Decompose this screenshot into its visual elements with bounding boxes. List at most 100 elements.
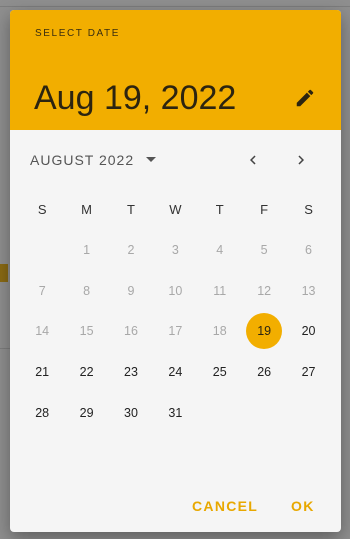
calendar-day: 8 [64, 272, 108, 310]
calendar-day-number: 4 [216, 243, 224, 258]
calendar-day-number: 20 [301, 324, 316, 339]
calendar-day-number: 19 [246, 313, 283, 350]
calendar-week-row: 28 29 30 31 [20, 392, 331, 433]
background-divider [0, 6, 350, 7]
calendar-weeks: 1 2 3 4 5 6 7 8 9 10 11 12 13 14 15 16 17 18 19 20 21 22 23 24 2… [20, 230, 331, 433]
calendar-day[interactable]: 25 [198, 353, 242, 391]
calendar-week-row: 7 8 9 10 11 12 13 [20, 271, 331, 312]
date-picker-dialog: SELECT DATE Aug 19, 2022 AUGUST 2022 S M… [10, 10, 341, 532]
calendar-day-number: 27 [301, 365, 316, 380]
calendar-day: 6 [286, 231, 330, 269]
calendar-day[interactable]: 27 [286, 353, 330, 391]
calendar-day: 3 [153, 231, 197, 269]
calendar-day-number: 15 [79, 324, 94, 339]
calendar-day-number: 3 [171, 243, 179, 258]
weekday-label: S [37, 201, 47, 217]
calendar-day-number: 2 [127, 243, 135, 258]
calendar-day: 10 [153, 272, 197, 310]
calendar-day-number: 26 [257, 365, 272, 380]
header-label: SELECT DATE [35, 28, 121, 39]
calendar-day: 2 [109, 231, 153, 269]
calendar-day-number: 24 [168, 365, 183, 380]
calendar-day: 11 [198, 272, 242, 310]
calendar-day-selected[interactable]: 19 [242, 312, 286, 350]
calendar-day: 14 [20, 312, 64, 350]
calendar-day: 13 [286, 272, 330, 310]
calendar-grid: S M T W T F S 1 2 3 4 5 6 7 8 9 10 11 12 13 14 15 16 17 1… [20, 200, 331, 433]
calendar-day: 7 [20, 272, 64, 310]
calendar-day-number: 29 [79, 405, 94, 420]
weekday-label: W [169, 201, 182, 217]
calendar-day[interactable]: 31 [153, 394, 197, 432]
weekday-label: T [215, 201, 224, 217]
calendar-day-number: 13 [301, 283, 316, 298]
calendar-day-number: 30 [124, 405, 138, 420]
dialog-header: SELECT DATE Aug 19, 2022 [10, 10, 341, 130]
calendar-day[interactable]: 21 [20, 353, 64, 391]
calendar-day[interactable]: 26 [242, 353, 286, 391]
calendar-day-number: 7 [38, 283, 46, 298]
calendar-day: 17 [153, 312, 197, 350]
pencil-icon [296, 89, 314, 107]
calendar-day-number: 16 [124, 324, 138, 339]
dialog-actions: CANCEL OK [10, 492, 341, 522]
calendar-empty-cell [198, 394, 242, 432]
calendar-day[interactable]: 30 [109, 394, 153, 432]
calendar-empty-cell [242, 394, 286, 432]
calendar-day-number: 14 [35, 324, 50, 339]
calendar-week-row: 1 2 3 4 5 6 [20, 230, 331, 271]
calendar-day-number: 6 [305, 243, 312, 258]
ok-button[interactable]: OK [291, 498, 315, 514]
weekday-label: M [81, 201, 92, 217]
calendar-day-number: 8 [83, 283, 91, 298]
next-month-button[interactable] [289, 148, 313, 172]
calendar-day: 9 [109, 272, 153, 310]
calendar-day-number: 21 [35, 365, 50, 380]
calendar-day: 5 [242, 231, 286, 269]
calendar-day[interactable]: 24 [153, 353, 197, 391]
selected-date: Aug 19, 2022 [34, 79, 237, 117]
calendar-day[interactable]: 28 [20, 394, 64, 432]
month-year-label: AUGUST 2022 [30, 152, 135, 168]
calendar-day-number: 31 [168, 405, 183, 420]
weekday-header: S M T W T F S [20, 200, 331, 218]
calendar-day: 15 [64, 312, 108, 350]
calendar-day-number: 18 [212, 324, 227, 339]
calendar-day: 4 [198, 231, 242, 269]
triangle-down-icon [146, 157, 157, 162]
calendar-empty-cell [20, 231, 64, 269]
calendar-day-number: 28 [35, 405, 50, 420]
calendar-day: 18 [198, 312, 242, 350]
weekday-label: S [304, 201, 313, 217]
background-divider [0, 348, 10, 349]
calendar-day[interactable]: 20 [286, 312, 330, 350]
calendar-day-number: 17 [168, 324, 183, 339]
calendar-day: 12 [242, 272, 286, 310]
calendar-day[interactable]: 29 [64, 394, 108, 432]
calendar-day-number: 1 [83, 243, 91, 258]
calendar-week-row: 21 22 23 24 25 26 27 [20, 352, 331, 393]
calendar-day: 1 [64, 231, 108, 269]
cancel-button[interactable]: CANCEL [192, 498, 258, 514]
calendar-day-number: 11 [213, 283, 227, 298]
weekday-label: F [260, 201, 269, 217]
month-year-selector[interactable]: AUGUST 2022 [30, 150, 158, 170]
edit-date-button[interactable] [291, 84, 319, 112]
calendar-day-number: 9 [127, 283, 135, 298]
calendar-day-number: 23 [124, 365, 138, 380]
calendar-day[interactable]: 23 [109, 353, 153, 391]
previous-month-button[interactable] [241, 148, 265, 172]
chevron-right-icon [298, 155, 304, 165]
calendar-day-number: 12 [257, 283, 272, 298]
calendar-empty-cell [286, 394, 330, 432]
calendar-day[interactable]: 22 [64, 353, 108, 391]
calendar-day-number: 10 [168, 283, 183, 298]
calendar-day-number: 5 [260, 243, 268, 258]
calendar-day-number: 25 [212, 365, 227, 380]
calendar-week-row: 14 15 16 17 18 19 20 [20, 311, 331, 352]
calendar-day: 16 [109, 312, 153, 350]
calendar-day-number: 22 [79, 365, 94, 380]
chevron-left-icon [250, 155, 256, 165]
background-chip [0, 264, 8, 282]
weekday-label: T [127, 201, 135, 217]
